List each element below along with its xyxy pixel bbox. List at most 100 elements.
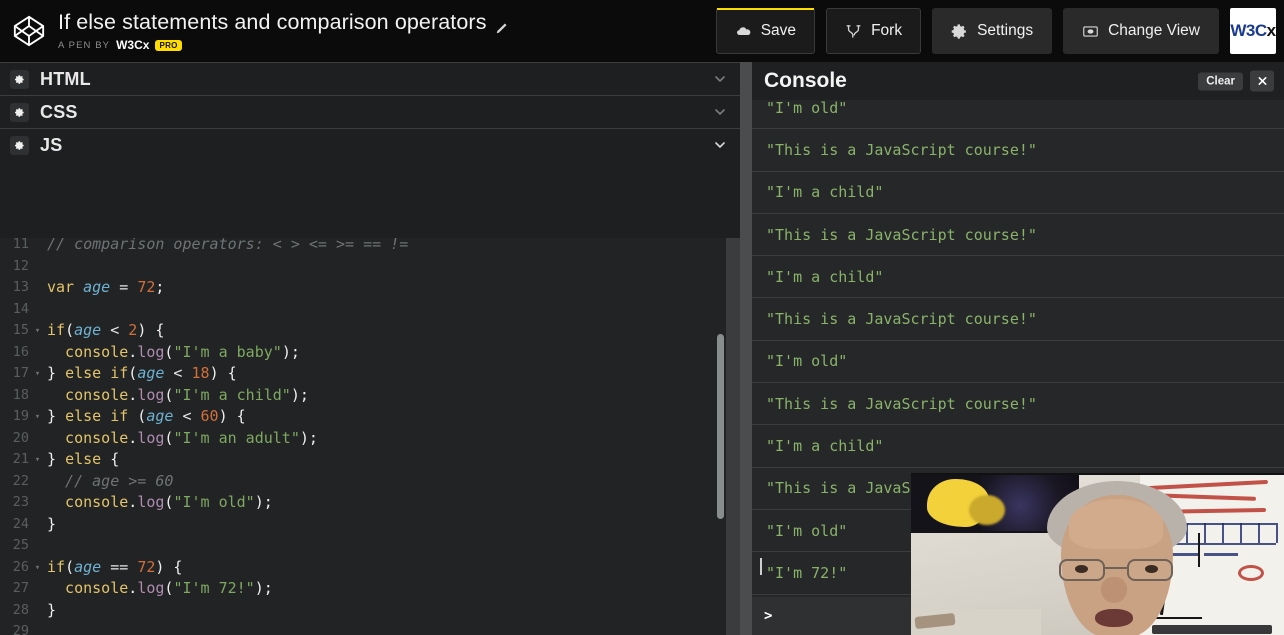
change-view-button[interactable]: Change View xyxy=(1063,8,1219,54)
console-header: Console Clear xyxy=(752,62,1284,100)
code-fold-toggle xyxy=(32,471,43,493)
line-number: 23 xyxy=(12,494,29,510)
js-code-editor[interactable]: 11 // comparison operators: < > <= >= == … xyxy=(0,238,740,635)
console-log-entry[interactable]: "I'm a child" xyxy=(752,256,1284,299)
panel-resize-divider[interactable] xyxy=(740,62,752,635)
code-scrollbar-thumb[interactable] xyxy=(717,334,724,519)
code-line[interactable]: 20 console.log("I'm an adult"); xyxy=(0,428,740,450)
code-fold-toggle[interactable]: ▾ xyxy=(32,363,43,385)
line-number: 25 xyxy=(12,537,29,553)
gear-icon-html[interactable] xyxy=(10,69,29,89)
line-number: 17 xyxy=(12,365,29,381)
change-view-label: Change View xyxy=(1108,22,1200,39)
editor-column: HTML CSS JS 11 // comparison operators: < >… xyxy=(0,62,740,635)
console-log-entry[interactable]: "This is a JavaScript course!" xyxy=(752,214,1284,257)
save-button[interactable]: Save xyxy=(715,8,816,54)
console-log-entry[interactable]: "I'm old" xyxy=(752,341,1284,384)
instructor-webcam-overlay[interactable] xyxy=(911,473,1284,635)
webcam-person-forehead xyxy=(1069,499,1163,549)
line-number: 24 xyxy=(12,515,29,532)
console-log-text: "This is a JavaScript course!" xyxy=(766,140,1037,159)
code-line[interactable]: 14 xyxy=(0,299,740,321)
code-line[interactable]: 29 xyxy=(0,621,740,635)
code-line[interactable]: 19 ▾} else if (age < 60) { xyxy=(0,406,740,428)
settings-button[interactable]: Settings xyxy=(932,8,1053,54)
code-line[interactable]: 24} xyxy=(0,514,740,536)
prompt-chevron-icon: > xyxy=(764,608,773,624)
console-log-text: "This is a JavaScript course!" xyxy=(766,394,1037,413)
fork-button[interactable]: Fork xyxy=(826,8,922,54)
code-line-text: console.log("I'm an adult"); xyxy=(47,428,318,447)
code-line-text: // comparison operators: < > <= >= == != xyxy=(47,238,409,253)
code-line-text: } else if (age < 60) { xyxy=(47,407,246,425)
fork-icon xyxy=(845,23,862,40)
code-line-text: } else { xyxy=(47,450,120,468)
code-line[interactable]: 27 console.log("I'm 72!"); xyxy=(0,578,740,600)
code-line[interactable]: 16 console.log("I'm a baby"); xyxy=(0,342,740,364)
line-number: 20 xyxy=(12,429,29,446)
pencil-icon[interactable] xyxy=(495,16,509,33)
gear-icon-css[interactable] xyxy=(10,102,29,122)
code-line[interactable]: 21 ▾} else { xyxy=(0,449,740,471)
code-line[interactable]: 12 xyxy=(0,256,740,278)
profile-avatar[interactable]: W3C x xyxy=(1230,8,1276,54)
editor-panel-header-html[interactable]: HTML xyxy=(0,62,740,95)
editor-panel-header-js[interactable]: JS xyxy=(0,128,740,161)
console-log-text: "This is a JavaScript course!" xyxy=(766,310,1037,329)
line-number: 26 xyxy=(12,558,29,575)
clear-console-button[interactable]: Clear xyxy=(1198,72,1243,90)
console-log-entry[interactable]: "This is a JavaScript course!" xyxy=(752,298,1284,341)
chevron-down-icon-html[interactable] xyxy=(712,71,728,87)
codepen-logo-icon[interactable] xyxy=(12,14,46,48)
editor-panel-header-css[interactable]: CSS xyxy=(0,95,740,128)
byline-author[interactable]: W3Cx xyxy=(116,38,149,52)
code-line[interactable]: 18 console.log("I'm a child"); xyxy=(0,385,740,407)
code-line[interactable]: 15 ▾ if(age < 2) { xyxy=(0,320,740,342)
console-log-entry[interactable]: "I'm a child" xyxy=(752,425,1284,468)
editor-panel-title-css: CSS xyxy=(40,101,78,122)
line-number: 11 xyxy=(12,238,29,252)
code-line[interactable]: 26 ▾ if(age == 72) { xyxy=(0,557,740,579)
code-line-text: console.log("I'm a baby"); xyxy=(47,342,300,361)
chevron-down-icon-css[interactable] xyxy=(712,104,728,120)
code-fold-toggle[interactable]: ▾ xyxy=(32,557,43,579)
code-fold-toggle[interactable]: ▾ xyxy=(32,320,43,342)
line-number: 27 xyxy=(12,580,29,596)
code-line-text: if(age < 2) { xyxy=(47,321,165,339)
line-number: 18 xyxy=(12,386,29,403)
code-fold-toggle xyxy=(32,342,43,364)
code-line[interactable]: 28} xyxy=(0,600,740,622)
code-line[interactable]: 22 // age >= 60 xyxy=(0,471,740,493)
byline-prefix: A PEN BY xyxy=(58,39,111,51)
code-scrollbar-track[interactable] xyxy=(726,238,740,635)
line-number: 13 xyxy=(12,279,29,295)
code-line[interactable]: 13 var age = 72; xyxy=(0,277,740,299)
close-console-button[interactable] xyxy=(1250,70,1274,92)
console-log-entry[interactable]: "I'm a child" xyxy=(752,172,1284,214)
code-line[interactable]: 17 ▾} else if(age < 18) { xyxy=(0,363,740,385)
editor-panel-title-js: JS xyxy=(40,134,63,155)
code-fold-toggle[interactable]: ▾ xyxy=(32,406,43,428)
console-log-text: "I'm old" xyxy=(766,521,848,540)
code-line[interactable]: 23 console.log("I'm old"); xyxy=(0,492,740,514)
code-line[interactable]: 25 xyxy=(0,535,740,557)
console-log-text: "I'm 72!" xyxy=(766,563,848,582)
chevron-down-icon-js[interactable] xyxy=(712,137,728,153)
console-log-text: "I'm a child" xyxy=(766,437,884,456)
codepen-app: If else statements and comparison operat… xyxy=(0,0,1284,635)
console-log-text: "I'm old" xyxy=(766,100,848,117)
console-log-entry[interactable]: "I'm old" xyxy=(752,100,1284,130)
console-log-entry[interactable]: "This is a JavaScript course!" xyxy=(752,383,1284,426)
code-line[interactable]: 11 // comparison operators: < > <= >= == … xyxy=(0,238,740,256)
cloud-icon xyxy=(735,23,752,40)
code-fold-toggle[interactable]: ▾ xyxy=(32,449,43,471)
code-line-text: } xyxy=(47,600,57,619)
console-log-entry[interactable]: "This is a JavaScript course!" xyxy=(752,129,1284,172)
gear-icon-js[interactable] xyxy=(10,135,29,155)
code-line-text: console.log("I'm 72!"); xyxy=(47,579,273,597)
line-number: 28 xyxy=(12,601,29,618)
